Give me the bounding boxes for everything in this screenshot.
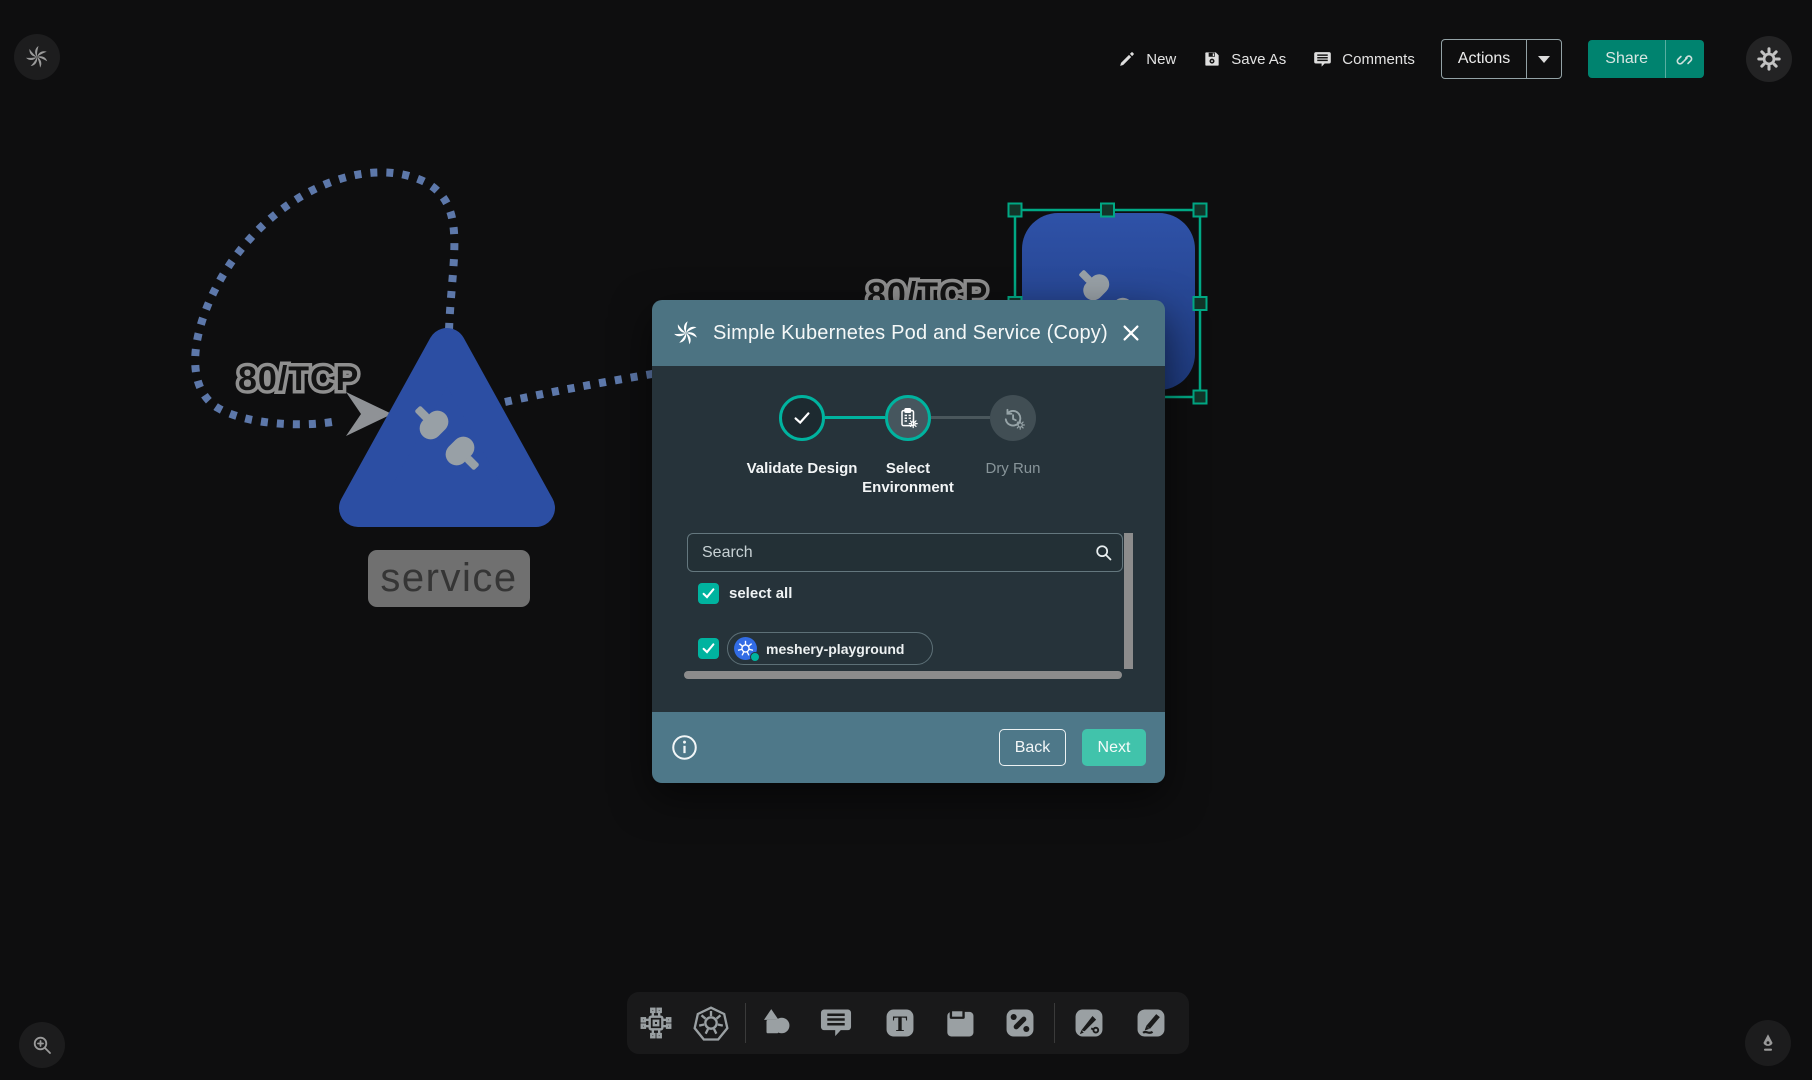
select-all-label: select all (729, 585, 792, 602)
modal-footer: Back Next (652, 712, 1165, 783)
step-dry-run[interactable] (990, 395, 1036, 441)
modal-title: Simple Kubernetes Pod and Service (Copy) (713, 322, 1108, 345)
kubernetes-context-icon (733, 636, 758, 661)
modal-header: Simple Kubernetes Pod and Service (Copy) (652, 300, 1165, 366)
environment-chip[interactable]: meshery-playground (727, 632, 933, 665)
horizontal-scrollbar[interactable] (684, 671, 1122, 679)
modal-body: Validate Design Select Environment Dry R… (652, 366, 1165, 712)
pencil-icon (1117, 49, 1137, 69)
back-button[interactable]: Back (999, 729, 1066, 766)
new-label: New (1146, 51, 1176, 68)
new-button[interactable]: New (1117, 49, 1176, 69)
step-label-validate-design: Validate Design (746, 460, 858, 479)
environment-name: meshery-playground (766, 641, 904, 657)
next-button[interactable]: Next (1082, 729, 1146, 766)
connection-status-dot (750, 652, 760, 662)
gear-icon (1756, 46, 1782, 72)
stepper-connector-pending (931, 416, 990, 419)
step-validate-design[interactable] (779, 395, 825, 441)
clipboard-gear-icon (896, 406, 920, 430)
step-label-select-environment: Select Environment (852, 460, 964, 498)
comments-label: Comments (1342, 51, 1415, 68)
share-label: Share (1588, 40, 1665, 78)
comments-button[interactable]: Comments (1312, 49, 1415, 70)
settings-button[interactable] (1746, 36, 1792, 82)
vertical-scrollbar[interactable] (1124, 533, 1133, 669)
save-as-button[interactable]: Save As (1202, 49, 1286, 69)
save-as-label: Save As (1231, 51, 1286, 68)
design-toolbar: New Save As Comments Actions Share (1117, 36, 1792, 82)
actions-label: Actions (1442, 40, 1526, 78)
select-all-checkbox[interactable] (698, 583, 719, 604)
close-icon (1120, 322, 1142, 344)
meshery-home-button[interactable] (14, 34, 60, 80)
service-node[interactable] (358, 347, 536, 508)
step-label-dry-run: Dry Run (957, 460, 1069, 479)
meshery-logo-icon (672, 319, 700, 347)
chevron-down-icon (1538, 56, 1550, 63)
dry-run-icon (1001, 406, 1026, 431)
actions-button[interactable]: Actions (1441, 39, 1562, 79)
actions-dropdown-toggle[interactable] (1526, 40, 1561, 78)
environment-checkbox[interactable] (698, 638, 719, 659)
share-button[interactable]: Share (1588, 40, 1704, 78)
meshery-app: 80/TCP service 80/TCP New (0, 0, 1812, 1080)
environment-search (687, 533, 1123, 572)
floppy-icon (1202, 49, 1222, 69)
service-node-label: service (380, 556, 517, 600)
meshery-logo-icon (24, 44, 50, 70)
link-icon (1676, 50, 1695, 69)
check-icon (791, 407, 813, 429)
close-modal-button[interactable] (1117, 319, 1145, 347)
deploy-design-modal: Simple Kubernetes Pod and Service (Copy) (652, 300, 1165, 783)
check-icon (701, 641, 716, 656)
search-input[interactable] (688, 544, 1084, 562)
stepper-connector-done (825, 416, 885, 419)
step-select-environment[interactable] (885, 395, 931, 441)
edge-port-label-left: 80/TCP (238, 360, 359, 398)
copy-link-button[interactable] (1665, 40, 1704, 78)
comment-icon (1312, 49, 1333, 70)
check-icon (701, 586, 716, 601)
search-icon[interactable] (1084, 542, 1122, 563)
info-icon[interactable] (671, 734, 698, 761)
